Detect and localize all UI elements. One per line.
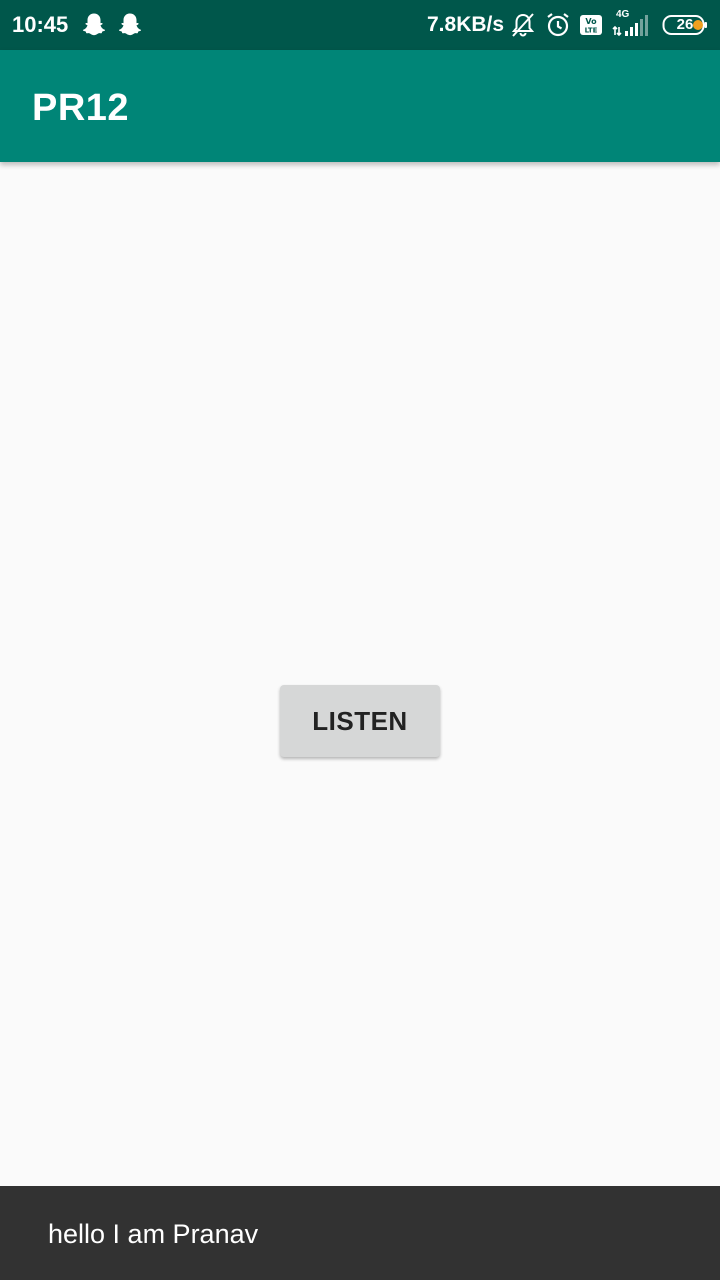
status-time: 10:45 — [12, 12, 69, 37]
listen-button-label: LISTEN — [312, 705, 408, 736]
snapchat-ghost-icon — [82, 13, 106, 36]
listen-button[interactable]: LISTEN — [280, 685, 440, 757]
signal-icon — [612, 15, 648, 37]
alarm-clock-icon — [547, 13, 569, 37]
network-speed: 7.8KB/s — [427, 13, 505, 36]
snackbar: hello I am Pranav — [0, 1186, 720, 1280]
app-screen: 10:45 7.8KB/s Vo LTE 4G 26 PR12 LISTEN h… — [0, 0, 720, 1280]
status-bar: 10:45 7.8KB/s Vo LTE 4G 26 — [0, 0, 720, 50]
snapchat-ghost-icon — [118, 13, 142, 36]
snackbar-message: hello I am Pranav — [48, 1219, 259, 1249]
svg-text:Vo: Vo — [585, 17, 597, 26]
volte-icon: Vo LTE — [580, 15, 602, 35]
app-bar: PR12 — [0, 50, 720, 162]
bell-off-icon — [511, 13, 535, 37]
battery-level: 26 — [676, 16, 694, 33]
svg-text:LTE: LTE — [585, 27, 598, 35]
app-title: PR12 — [32, 87, 130, 129]
